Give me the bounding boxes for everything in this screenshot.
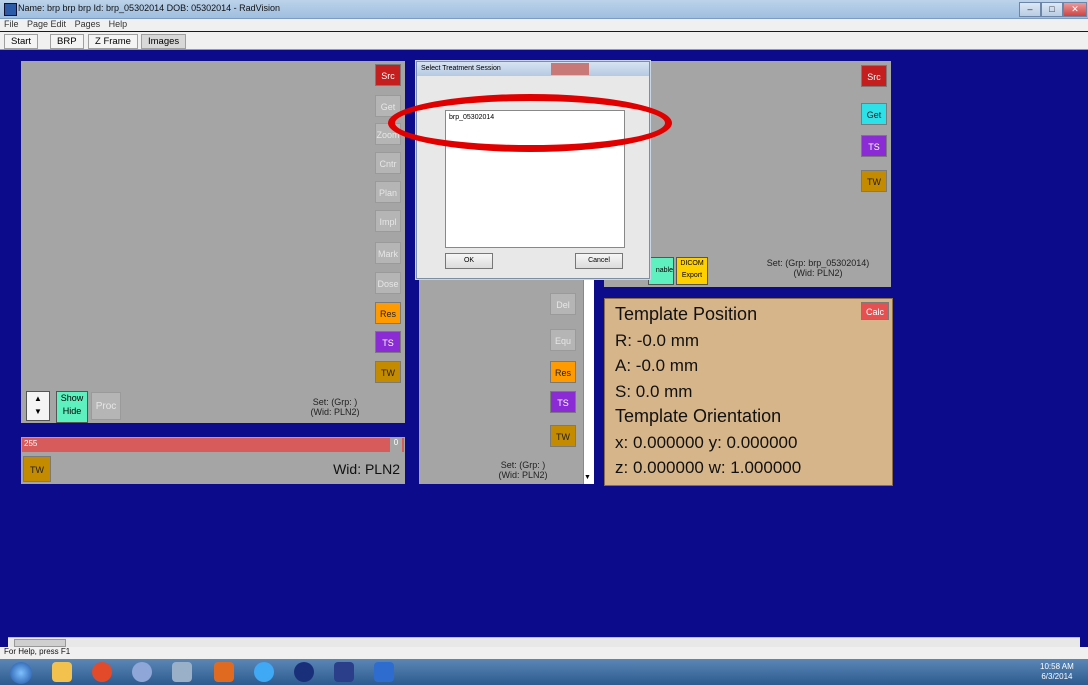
show-hide-button[interactable]: Show Hide xyxy=(56,391,88,423)
horizontal-scrollbar[interactable] xyxy=(8,637,1080,647)
range-min-label: 255 xyxy=(24,439,38,448)
left-tw-button[interactable]: TW xyxy=(375,361,401,383)
dialog-title: Select Treatment Session xyxy=(421,65,501,72)
word-icon[interactable] xyxy=(374,662,394,682)
scroll-thumb[interactable] xyxy=(14,639,66,647)
scroll-down-icon[interactable]: ▼ xyxy=(584,474,591,481)
right-set-info: Set: (Grp: brp_05302014) (Wid: PLN2) xyxy=(752,258,884,278)
dialog-title-bar: Select Treatment Session xyxy=(417,62,649,76)
left-dose-button[interactable]: Dose xyxy=(375,272,401,294)
matlab-icon[interactable] xyxy=(214,662,234,682)
left-set-line2: (Wid: PLN2) xyxy=(310,407,360,417)
dicom-label: DICOM xyxy=(680,260,704,267)
template-a-value: A: -0.0 mm xyxy=(615,356,699,375)
cancel-button[interactable]: Cancel xyxy=(575,253,623,269)
mid-tw-button[interactable]: TW xyxy=(550,425,576,447)
dicom-export-button[interactable]: DICOM Export xyxy=(676,257,708,285)
middle-scrollbar[interactable] xyxy=(583,277,594,484)
enable-button[interactable]: nable xyxy=(648,257,674,285)
status-help-text: For Help, press F1 xyxy=(4,647,71,656)
export-label: Export xyxy=(681,272,703,279)
close-button[interactable]: ✕ xyxy=(1063,2,1087,17)
hide-label: Hide xyxy=(62,406,82,416)
template-s-value: S: 0.0 mm xyxy=(615,382,693,401)
template-position-panel: Template Position Calc R: -0.0 mm A: -0.… xyxy=(604,298,893,486)
left-mark-button[interactable]: Mark xyxy=(375,242,401,264)
middle-set-info: Set: (Grp: ) (Wid: PLN2) xyxy=(483,460,563,480)
show-label: Show xyxy=(60,393,84,403)
left-src-button[interactable]: Src xyxy=(375,64,401,86)
right-set-line2: (Wid: PLN2) xyxy=(793,268,843,278)
menu-pages[interactable]: Pages xyxy=(75,19,101,29)
status-bar: For Help, press F1 xyxy=(0,647,1088,659)
template-orientation-title: Template Orientation xyxy=(615,406,782,426)
tray-date: 6/3/2014 xyxy=(1041,672,1073,681)
template-position-title: Template Position xyxy=(615,304,758,324)
mid-del-button[interactable]: Del xyxy=(550,293,576,315)
window-title: Name: brp brp brp Id: brp_05302014 DOB: … xyxy=(18,3,281,13)
mid-equ-button[interactable]: Equ xyxy=(550,329,576,351)
menu-bar: File Page Edit Pages Help xyxy=(0,19,1088,31)
internet-explorer-icon[interactable] xyxy=(254,662,274,682)
right-get-button[interactable]: Get xyxy=(861,103,887,125)
tray-time: 10:58 AM xyxy=(1040,662,1074,671)
mid-ts-button[interactable]: TS xyxy=(550,391,576,413)
down-arrow-icon[interactable]: ▼ xyxy=(34,407,42,416)
tab-z-frame[interactable]: Z Frame xyxy=(88,34,138,49)
right-tw-button[interactable]: TW xyxy=(861,170,887,192)
mid-res-button[interactable]: Res xyxy=(550,361,576,383)
chrome-icon[interactable] xyxy=(92,662,112,682)
tab-images[interactable]: Images xyxy=(141,34,187,49)
tab-start[interactable]: Start xyxy=(4,34,39,49)
middle-set-line1: Set: (Grp: ) xyxy=(500,460,546,470)
taskbar: 10:58 AM 6/3/2014 xyxy=(0,659,1088,685)
right-set-line1: Set: (Grp: brp_05302014) xyxy=(766,258,870,268)
menu-help[interactable]: Help xyxy=(109,19,128,29)
left-impl-button[interactable]: Impl xyxy=(375,210,401,232)
red-highlight-oval xyxy=(388,94,672,152)
folder-icon[interactable] xyxy=(52,662,72,682)
app-icon xyxy=(4,3,17,16)
left-wid-label: Wid: PLN2 xyxy=(333,461,400,477)
maximize-button[interactable]: □ xyxy=(1041,2,1063,17)
left-cntr-button[interactable]: Cntr xyxy=(375,152,401,174)
start-orb-icon[interactable] xyxy=(10,662,32,684)
tab-brp[interactable]: BRP xyxy=(50,34,84,49)
menu-page-edit[interactable]: Page Edit xyxy=(27,19,66,29)
range-max-label: 0 xyxy=(390,438,402,452)
app-ball-icon[interactable] xyxy=(294,662,314,682)
tab-bar: Start BRP Z Frame Images xyxy=(0,32,1088,50)
title-bar: Name: brp brp brp Id: brp_05302014 DOB: … xyxy=(0,0,1088,19)
left-res-button[interactable]: Res xyxy=(375,302,401,324)
template-zw-value: z: 0.000000 w: 1.000000 xyxy=(615,458,802,477)
left-set-line1: Set: (Grp: ) xyxy=(312,397,358,407)
app-sphere-icon[interactable] xyxy=(132,662,152,682)
window-range-bar[interactable] xyxy=(22,438,404,452)
left-set-info: Set: (Grp: ) (Wid: PLN2) xyxy=(290,397,380,417)
left-plan-button[interactable]: Plan xyxy=(375,181,401,203)
left-image-panel xyxy=(21,61,405,423)
right-ts-button[interactable]: TS xyxy=(861,135,887,157)
proc-button[interactable]: Proc xyxy=(91,392,121,420)
minimize-button[interactable]: – xyxy=(1019,2,1041,17)
template-r-value: R: -0.0 mm xyxy=(615,331,700,350)
up-arrow-icon[interactable]: ▲ xyxy=(34,394,42,403)
left-spinner[interactable]: ▲ ▼ xyxy=(26,391,50,421)
calc-button[interactable]: Calc xyxy=(861,302,889,320)
radvision-icon[interactable] xyxy=(334,662,354,682)
app-cube-icon[interactable] xyxy=(172,662,192,682)
left-strip-tw-button[interactable]: TW xyxy=(23,456,51,482)
middle-set-line2: (Wid: PLN2) xyxy=(498,470,548,480)
left-ts-button[interactable]: TS xyxy=(375,331,401,353)
ok-button[interactable]: OK xyxy=(445,253,493,269)
menu-file[interactable]: File xyxy=(4,19,19,29)
dialog-close-icon[interactable] xyxy=(551,63,589,75)
right-src-button[interactable]: Src xyxy=(861,65,887,87)
template-xy-value: x: 0.000000 y: 0.000000 xyxy=(615,433,798,452)
tray-clock[interactable]: 10:58 AM 6/3/2014 xyxy=(1040,662,1074,682)
